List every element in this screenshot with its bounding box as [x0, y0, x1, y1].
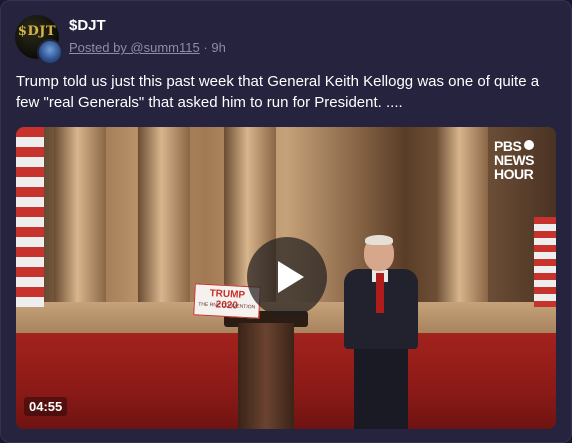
pbs-logo-icon: [524, 140, 535, 150]
meta-separator: ·: [203, 40, 208, 55]
watermark-line3: HOUR: [494, 166, 534, 182]
post-meta: Posted by @summ115 · 9h: [69, 40, 226, 55]
community-title[interactable]: $DJT: [69, 17, 106, 34]
tie: [376, 273, 384, 313]
play-button[interactable]: [247, 237, 327, 317]
flag-left: [16, 127, 44, 307]
play-icon: [278, 261, 304, 293]
legs: [354, 347, 408, 429]
column: [436, 127, 488, 317]
video-duration: 04:55: [24, 397, 68, 416]
column: [138, 127, 190, 317]
user-avatar[interactable]: [37, 39, 63, 65]
post-text: Trump told us just this past week that G…: [16, 73, 540, 111]
podium: [238, 323, 294, 429]
post-age: 9h: [211, 40, 226, 55]
pbs-newshour-watermark: PBS NEWS HOUR: [494, 139, 550, 181]
video-player[interactable]: TRUMP 2020 THE RNC CONVENTION PBS NEWS H…: [16, 127, 556, 429]
avatar-logo-text: $DJT: [17, 24, 57, 39]
column: [54, 127, 106, 317]
posted-by-link[interactable]: Posted by @summ115: [69, 40, 200, 55]
hair: [365, 235, 393, 245]
post-card: $DJT $DJT Posted by @summ115 · 9h Trump …: [0, 0, 572, 443]
speaker-figure: [338, 235, 424, 429]
flag-right: [534, 217, 556, 307]
